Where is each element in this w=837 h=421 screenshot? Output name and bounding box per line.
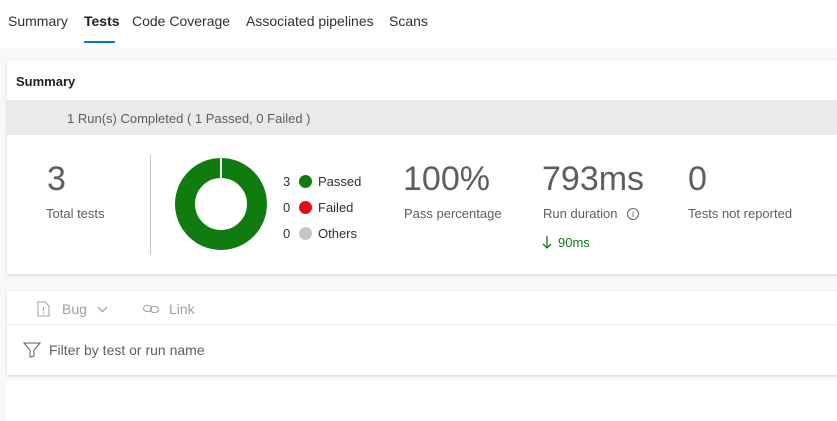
run-status-banner[interactable]: 1 Run(s) Completed ( 1 Passed, 0 Failed … (7, 100, 837, 135)
pass-percentage-value: 100% (403, 160, 490, 198)
pass-donut-chart (175, 158, 267, 250)
donut-passed-ring (175, 158, 267, 250)
legend-failed-label: Failed (318, 200, 354, 215)
tab-bar: Summary Tests Code Coverage Associated p… (0, 0, 837, 48)
divider (150, 155, 151, 255)
others-dot-icon (299, 227, 312, 240)
not-reported-value: 0 (688, 160, 707, 198)
info-icon[interactable]: i (627, 208, 639, 220)
filter-field[interactable]: Filter by test or run name (23, 342, 205, 358)
chevron-down-icon (97, 306, 108, 312)
run-status-text: 1 Run(s) Completed ( 1 Passed, 0 Failed … (67, 111, 311, 126)
filter-placeholder: Filter by test or run name (49, 342, 205, 358)
legend-passed-count: 3 (283, 174, 291, 189)
run-duration-delta: 90ms (542, 235, 590, 250)
results-card (7, 381, 837, 421)
bug-label: Bug (62, 301, 87, 317)
not-reported-label: Tests not reported (688, 206, 793, 221)
toolbar: Bug Link (7, 291, 837, 325)
legend-failed-count: 0 (283, 200, 291, 215)
link-icon (143, 305, 159, 313)
arrow-down-icon (542, 236, 552, 249)
link-button[interactable]: Link (143, 301, 195, 317)
tests-toolbar-card: Bug Link Filter by test or run name (7, 291, 837, 375)
bug-icon (37, 301, 50, 317)
tab-summary[interactable]: Summary (8, 13, 68, 29)
pass-percentage-label: Pass percentage (404, 206, 502, 221)
legend-others[interactable]: 0 Others (283, 226, 357, 241)
legend-failed[interactable]: 0 Failed (283, 200, 353, 215)
total-tests-label: Total tests (46, 206, 105, 221)
legend-others-label: Others (318, 226, 358, 241)
tab-code-coverage[interactable]: Code Coverage (132, 13, 230, 29)
legend-others-count: 0 (283, 226, 291, 241)
tab-scans[interactable]: Scans (389, 13, 428, 29)
legend-passed[interactable]: 3 Passed (283, 174, 361, 189)
tab-tests[interactable]: Tests (84, 13, 120, 29)
summary-card: Summary 1 Run(s) Completed ( 1 Passed, 0… (7, 60, 837, 274)
passed-dot-icon (299, 175, 312, 188)
failed-dot-icon (299, 201, 312, 214)
run-duration-value: 793ms (542, 160, 645, 198)
active-tab-indicator (84, 41, 115, 43)
tab-associated-pipelines[interactable]: Associated pipelines (246, 13, 374, 29)
legend-passed-label: Passed (318, 174, 362, 189)
run-duration-label: Run duration (543, 206, 618, 221)
run-duration-delta-value: 90ms (558, 235, 590, 250)
bug-button[interactable]: Bug (37, 301, 108, 317)
summary-heading: Summary (16, 74, 76, 89)
link-label: Link (169, 301, 195, 317)
total-tests-value: 3 (47, 160, 66, 198)
filter-icon (23, 342, 41, 358)
